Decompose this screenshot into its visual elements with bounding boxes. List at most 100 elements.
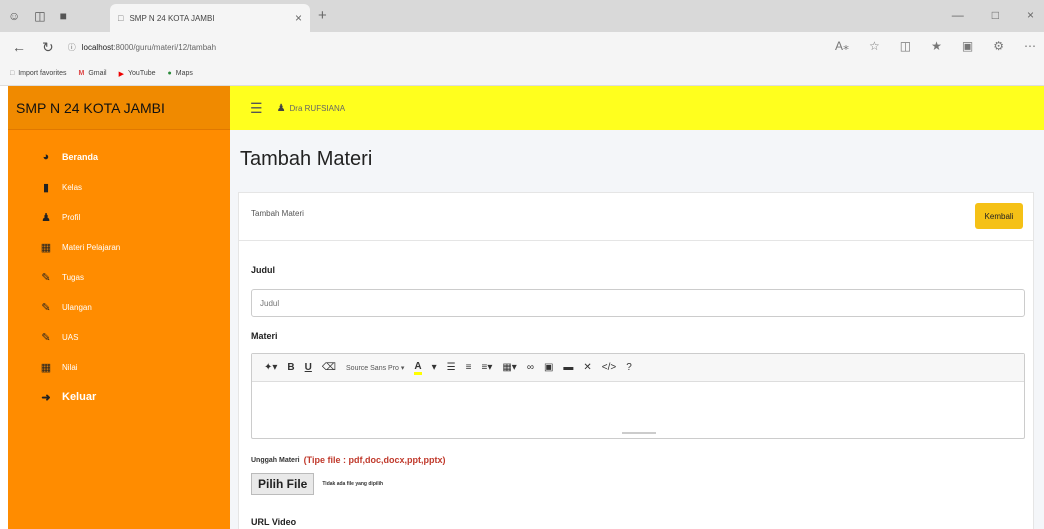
favorite-star-icon[interactable]: ☆: [869, 39, 880, 53]
top-navbar: ☰ ♟ Dra RUFSIANA: [230, 86, 1044, 130]
sidebar-item-label: Nilai: [62, 362, 78, 372]
editor-body[interactable]: [252, 382, 1024, 438]
refresh-icon[interactable]: ↻: [42, 39, 54, 56]
url-field[interactable]: ⓘ localhost:8000/guru/materi/12/tambah: [68, 42, 216, 53]
font-family-select[interactable]: Source Sans Pro ▾: [346, 364, 404, 372]
bookmark-label: Import favorites: [18, 70, 67, 77]
user-menu[interactable]: ♟ Dra RUFSIANA: [277, 103, 346, 114]
sidebar-item-label: Keluar: [62, 391, 97, 403]
image-icon[interactable]: ▣: [544, 362, 553, 373]
unordered-list-icon[interactable]: ☰: [447, 362, 456, 373]
maximize-icon[interactable]: □: [992, 8, 999, 22]
card-header: Tambah Materi Kembali: [239, 193, 1033, 241]
tab-title: SMP N 24 KOTA JAMBI: [129, 13, 215, 23]
read-aloud-icon[interactable]: A⁎: [835, 39, 849, 53]
rich-text-editor: ✦▾ B U ⌫ Source Sans Pro ▾ A ▾ ☰ ≡ ≡▾ ▦▾…: [251, 353, 1025, 439]
bookmark-maps[interactable]: ● Maps: [168, 70, 193, 77]
user-name: Dra RUFSIANA: [289, 103, 346, 113]
upload-hint: (Tipe file : pdf,doc,docx,ppt,pptx): [303, 455, 446, 465]
underline-icon[interactable]: U: [305, 362, 312, 373]
form-card: Tambah Materi Kembali Judul Materi ✦▾ B …: [238, 192, 1034, 529]
browser-tab[interactable]: □ SMP N 24 KOTA JAMBI ×: [110, 4, 310, 32]
ordered-list-icon[interactable]: ≡: [466, 362, 472, 373]
resize-handle[interactable]: [622, 432, 656, 434]
edit-icon: ✎: [41, 331, 51, 344]
sidebar-item-label: Profil: [62, 212, 81, 222]
more-icon[interactable]: ⋯: [1024, 39, 1036, 53]
browser-tab-bar: ☺ ◫ ■ □ SMP N 24 KOTA JAMBI × + — □ ×: [0, 0, 1044, 32]
sidebar-item-kelas[interactable]: ▮ Kelas: [8, 172, 230, 202]
profile-bar-icon[interactable]: ⚙: [993, 39, 1004, 53]
card-title: Tambah Materi: [251, 209, 304, 218]
sidebar-brand[interactable]: SMP N 24 KOTA JAMBI: [8, 86, 230, 130]
profile-icon[interactable]: ☺: [8, 9, 20, 23]
collections-icon[interactable]: ◫: [34, 9, 45, 23]
sidebar-item-label: Tugas: [62, 272, 84, 282]
eraser-icon[interactable]: ⌫: [322, 362, 336, 373]
sidebar-item-uas[interactable]: ✎ UAS: [8, 322, 230, 352]
upload-label-row: Unggah Materi (Tipe file : pdf,doc,docx,…: [251, 455, 445, 465]
edit-icon: ✎: [41, 301, 51, 314]
sidebar-item-nilai[interactable]: ▦ Nilai: [8, 352, 230, 382]
help-icon[interactable]: ?: [626, 362, 632, 373]
maps-icon: ●: [167, 70, 172, 77]
back-button[interactable]: Kembali: [975, 203, 1023, 229]
page-icon: □: [118, 13, 124, 23]
back-icon[interactable]: ←: [12, 39, 26, 56]
bookmark-label: YouTube: [128, 70, 156, 77]
sidebar-item-label: Kelas: [62, 182, 83, 192]
sidebar-item-keluar[interactable]: ➜ Keluar: [8, 382, 230, 412]
url-host: localhost: [81, 42, 114, 52]
sidebar-item-tugas[interactable]: ✎ Tugas: [8, 262, 230, 292]
font-color-icon[interactable]: A: [414, 361, 422, 375]
split-screen-icon[interactable]: ◫: [900, 39, 911, 53]
materi-label: Materi: [251, 331, 278, 341]
code-view-icon[interactable]: </>: [602, 362, 616, 373]
sidebar-item-materi[interactable]: ▦ Materi Pelajaran: [8, 232, 230, 262]
bookmark-import[interactable]: □ Import favorites: [10, 70, 66, 77]
table-icon[interactable]: ▦▾: [502, 362, 516, 373]
magic-wand-icon[interactable]: ✦▾: [264, 362, 277, 373]
url-video-label: URL Video: [251, 517, 297, 527]
choose-file-button[interactable]: Pilih File: [251, 473, 315, 495]
font-family-value: Source Sans Pro: [346, 364, 399, 372]
fullscreen-icon[interactable]: ✕: [583, 362, 591, 373]
file-status: Tidak ada file yang dipilih: [322, 481, 384, 487]
menu-toggle-icon[interactable]: ☰: [250, 100, 263, 117]
tab-actions-icon[interactable]: ■: [60, 9, 67, 23]
sidebar-item-beranda[interactable]: ◕ Beranda: [8, 142, 230, 172]
judul-label: Judul: [251, 265, 275, 275]
info-icon[interactable]: ⓘ: [68, 43, 76, 52]
logout-icon: ➜: [41, 391, 51, 404]
dashboard-icon: ◕: [42, 151, 50, 163]
bookmarks-bar: □ Import favorites M Gmail ▶ YouTube ● Maps: [0, 62, 1044, 86]
user-icon: ♟: [276, 102, 286, 114]
video-icon[interactable]: ▬: [563, 362, 573, 373]
gmail-icon: M: [78, 70, 85, 77]
close-tab-icon[interactable]: ×: [295, 11, 302, 25]
address-bar: ← ↻ ⓘ localhost:8000/guru/materi/12/tamba…: [0, 32, 1044, 62]
color-dropdown-icon[interactable]: ▾: [432, 362, 437, 373]
sidebar-item-label: Beranda: [62, 152, 99, 162]
bookmark-gmail[interactable]: M Gmail: [78, 70, 106, 77]
url-path: :8000/guru/materi/12/tambah: [113, 42, 217, 52]
collections-bar-icon[interactable]: ▣: [962, 39, 973, 53]
window-controls: — □ ×: [952, 8, 1034, 22]
minimize-icon[interactable]: —: [952, 8, 964, 22]
sidebar-menu: ◕ Beranda ▮ Kelas ♟ Profil ▦ Materi Pelajara…: [8, 130, 230, 412]
sidebar-item-label: UAS: [62, 332, 79, 342]
folder-icon: □: [10, 70, 15, 77]
sidebar-item-ulangan[interactable]: ✎ Ulangan: [8, 292, 230, 322]
page-title: Tambah Materi: [240, 148, 373, 170]
paragraph-align-icon[interactable]: ≡▾: [481, 362, 492, 373]
user-icon: ♟: [41, 211, 51, 224]
link-icon[interactable]: ∞: [527, 362, 534, 373]
book-icon: ▦: [40, 241, 52, 254]
favorites-icon[interactable]: ★: [931, 39, 942, 53]
new-tab-icon[interactable]: +: [318, 7, 327, 24]
bookmark-youtube[interactable]: ▶ YouTube: [119, 70, 156, 78]
bold-icon[interactable]: B: [287, 362, 294, 373]
sidebar-item-profil[interactable]: ♟ Profil: [8, 202, 230, 232]
close-window-icon[interactable]: ×: [1027, 8, 1034, 22]
judul-input[interactable]: [251, 289, 1025, 317]
